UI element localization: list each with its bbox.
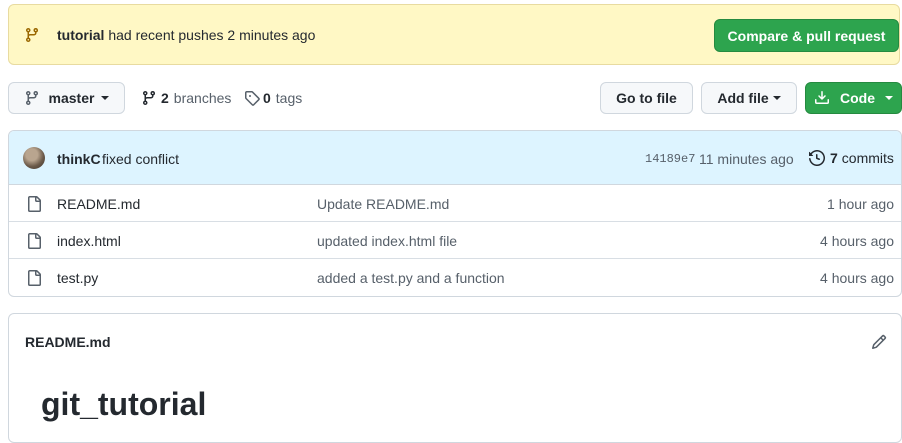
list-item: test.py added a test.py and a function 4… xyxy=(9,259,901,296)
branches-label: branches xyxy=(173,90,232,106)
pencil-icon[interactable] xyxy=(871,334,887,350)
file-commit-message[interactable]: Update README.md xyxy=(317,196,449,212)
add-file-label: Add file xyxy=(717,90,769,106)
tags-label: tags xyxy=(275,90,303,106)
git-branch-icon xyxy=(25,91,38,106)
banner-message: tutorial had recent pushes 2 minutes ago xyxy=(57,27,315,43)
readme-header[interactable]: README.md xyxy=(25,334,111,350)
branches-link[interactable]: 2 branches xyxy=(141,90,231,106)
commits-count: 7 xyxy=(830,150,838,166)
file-browser: thinkC fixed conflict 14189e7 11 minutes… xyxy=(8,130,902,297)
go-to-file-button[interactable]: Go to file xyxy=(600,82,693,114)
file-commit-time: 1 hour ago xyxy=(827,196,894,212)
git-branch-icon xyxy=(142,91,155,106)
file-name-link[interactable]: test.py xyxy=(57,270,98,286)
recent-push-banner: tutorial had recent pushes 2 minutes ago… xyxy=(8,4,900,65)
readme-title: git_tutorial xyxy=(41,386,207,422)
code-button-label: Code xyxy=(840,90,875,106)
banner-branch-link[interactable]: tutorial xyxy=(57,27,104,43)
tags-link[interactable]: 0 tags xyxy=(244,90,302,106)
git-branch-icon xyxy=(24,27,40,43)
file-icon xyxy=(28,270,41,286)
tag-icon xyxy=(245,91,260,106)
banner-text: had recent pushes 2 minutes ago xyxy=(104,27,316,43)
history-icon xyxy=(809,150,825,166)
file-name-link[interactable]: README.md xyxy=(57,196,140,212)
list-item: README.md Update README.md 1 hour ago xyxy=(9,185,901,222)
commit-author[interactable]: thinkC xyxy=(57,151,101,167)
file-commit-message[interactable]: added a test.py and a function xyxy=(317,270,505,286)
code-button[interactable]: Code xyxy=(805,82,902,114)
chevron-down-icon xyxy=(885,96,893,100)
file-commit-time: 4 hours ago xyxy=(820,233,894,249)
tags-count: 0 xyxy=(263,90,271,106)
file-commit-message[interactable]: updated index.html file xyxy=(317,233,457,249)
avatar[interactable] xyxy=(23,147,45,169)
latest-commit-bar: thinkC fixed conflict 14189e7 11 minutes… xyxy=(9,131,901,185)
add-file-button[interactable]: Add file xyxy=(701,82,797,114)
commit-message[interactable]: fixed conflict xyxy=(102,151,179,167)
download-icon xyxy=(815,91,829,104)
file-commit-time: 4 hours ago xyxy=(820,270,894,286)
commit-sha[interactable]: 14189e7 xyxy=(645,152,695,166)
branch-selector-button[interactable]: master xyxy=(8,82,125,114)
file-name-link[interactable]: index.html xyxy=(57,233,121,249)
branch-selector-label: master xyxy=(48,90,95,106)
chevron-down-icon xyxy=(101,96,110,100)
readme-panel: README.md git_tutorial xyxy=(8,313,902,443)
list-item: index.html updated index.html file 4 hou… xyxy=(9,222,901,259)
compare-pull-request-button[interactable]: Compare & pull request xyxy=(714,19,899,52)
commits-link[interactable]: 7 commits xyxy=(809,150,894,166)
file-icon xyxy=(28,233,41,249)
commit-time: 11 minutes ago xyxy=(699,151,794,167)
chevron-down-icon xyxy=(772,96,781,100)
file-icon xyxy=(28,196,41,212)
commits-label: commits xyxy=(841,150,894,166)
branches-count: 2 xyxy=(161,90,169,106)
